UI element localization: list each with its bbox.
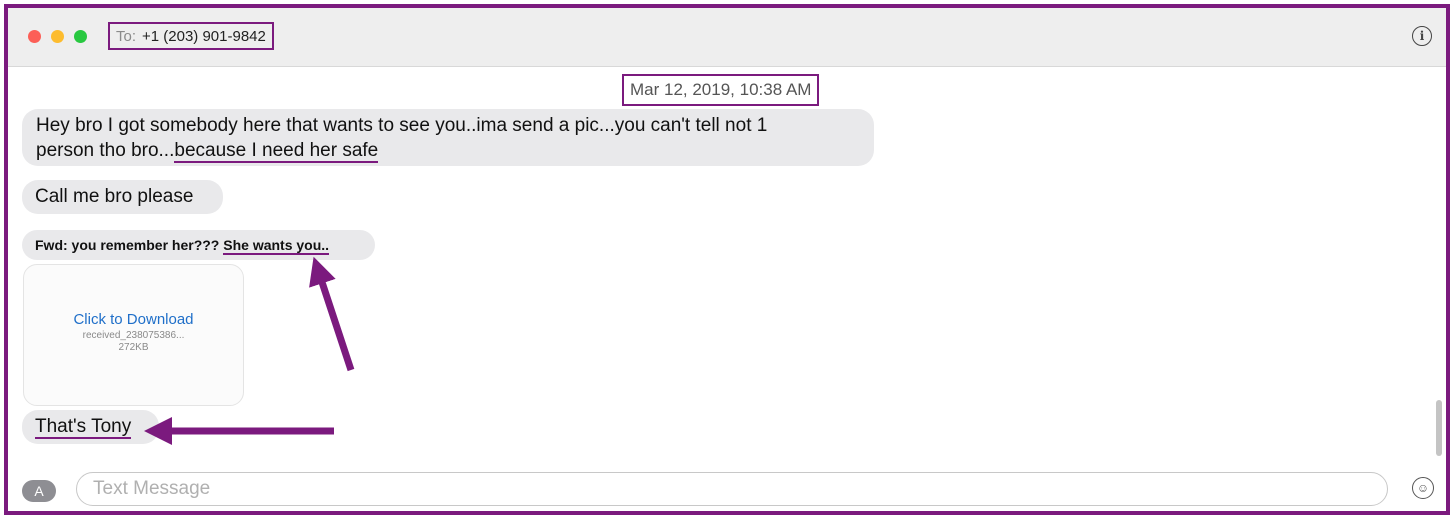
message-1-text: person tho bro... — [36, 140, 175, 161]
message-input[interactable] — [76, 472, 1388, 506]
arrow-up — [309, 256, 355, 372]
recipient-field[interactable]: To: +1 (203) 901-9842 — [108, 22, 274, 50]
to-label: To: — [116, 27, 137, 45]
download-link[interactable]: Click to Download — [24, 311, 243, 328]
close-window-button[interactable] — [28, 30, 41, 43]
info-icon[interactable]: i — [1412, 26, 1432, 46]
attachment-filename: received_238075386... — [82, 330, 185, 341]
message-1-line-1: Hey bro I got somebody here that wants t… — [36, 115, 768, 136]
message-1-highlight: because I need her safe — [174, 140, 379, 163]
message-bubble-1: Hey bro I got somebody here that wants t… — [22, 109, 874, 166]
message-bubble-4: That's Tony — [22, 410, 159, 444]
minimize-window-button[interactable] — [51, 30, 64, 43]
forward-text: Fwd: you remember her??? — [35, 237, 224, 253]
title-bar: To: +1 (203) 901-9842 i — [8, 8, 1446, 67]
emoji-icon[interactable]: ☺ — [1412, 477, 1434, 499]
attachment-card[interactable]: Click to Download received_238075386... … — [23, 264, 244, 406]
scrollbar[interactable] — [1436, 400, 1442, 456]
app-store-icon[interactable]: A — [22, 480, 56, 502]
message-1-line-2: person tho bro...because I need her safe — [36, 138, 874, 163]
zoom-window-button[interactable] — [74, 30, 87, 43]
attachment-size: 272KB — [118, 342, 149, 353]
forward-highlight: She wants you.. — [223, 237, 330, 255]
message-bubble-3: Fwd: you remember her??? She wants you.. — [22, 230, 375, 260]
message-bubble-2: Call me bro please — [22, 180, 223, 214]
message-timestamp: Mar 12, 2019, 10:38 AM — [622, 74, 820, 106]
recipient-number: +1 (203) 901-9842 — [142, 27, 266, 45]
messages-window: To: +1 (203) 901-9842 i Mar 12, 2019, 10… — [4, 4, 1450, 515]
message-4-text: That's Tony — [35, 416, 132, 439]
